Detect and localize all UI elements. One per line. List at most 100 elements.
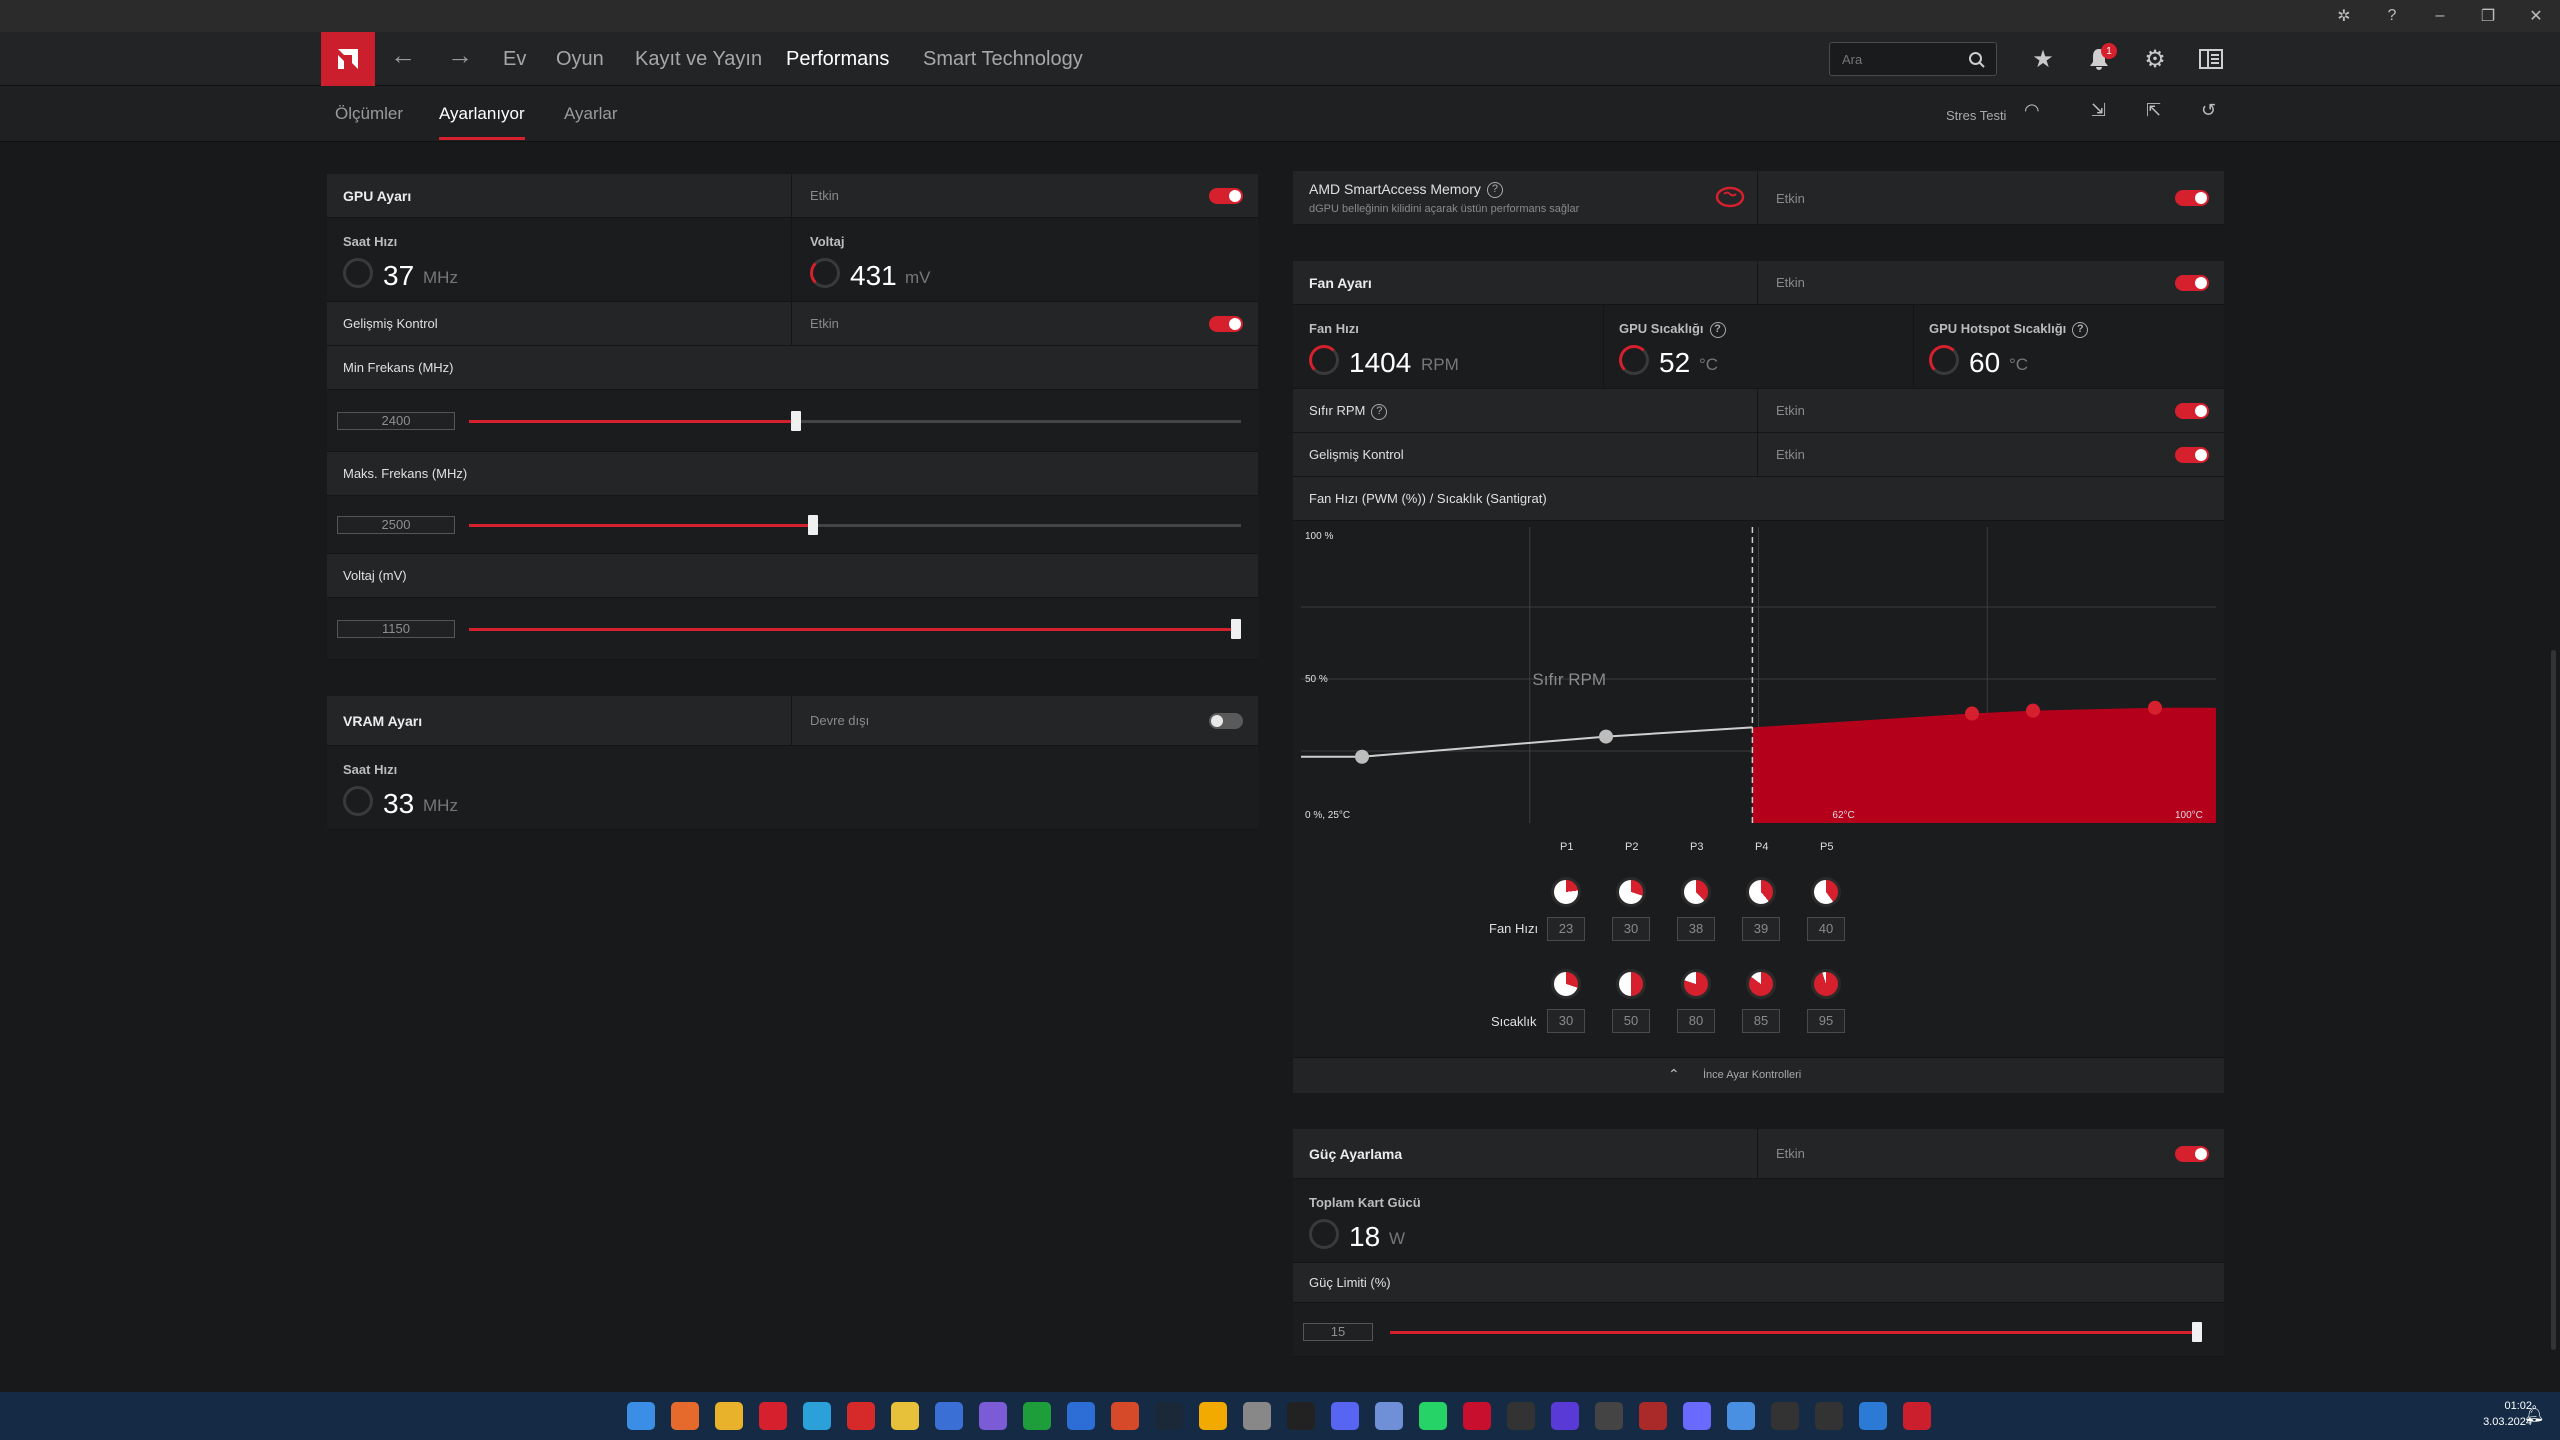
stress-test-gauge-icon[interactable]: ◠ — [2024, 100, 2040, 121]
gpu-tuning-toggle[interactable] — [1209, 188, 1243, 204]
tab-tuning[interactable]: Ayarlanıyor — [439, 104, 525, 140]
export-icon[interactable]: ⇲ — [2091, 100, 2106, 121]
fine-tune-bar[interactable]: ⌃ İnce Ayar Kontrolleri — [1293, 1057, 2224, 1093]
bell-icon[interactable]: 1 — [2081, 41, 2117, 77]
min-freq-slider[interactable] — [469, 411, 1241, 431]
tab-settings[interactable]: Ayarlar — [564, 104, 618, 124]
opera-icon[interactable] — [759, 1402, 787, 1430]
xbox-icon[interactable] — [1023, 1402, 1051, 1430]
app-icon[interactable] — [1111, 1402, 1139, 1430]
temp-knob-p3[interactable] — [1681, 969, 1711, 999]
fan-advanced-toggle[interactable] — [2175, 447, 2209, 463]
max-freq-thumb[interactable] — [807, 515, 818, 535]
search-box[interactable] — [1829, 42, 1997, 76]
voltage-mv-slider[interactable] — [469, 619, 1241, 639]
fan-tuning-toggle[interactable] — [2175, 275, 2209, 291]
temp-knob-p1[interactable] — [1551, 969, 1581, 999]
bug-icon[interactable]: ✲ — [2330, 4, 2358, 28]
power-limit-thumb[interactable] — [2192, 1322, 2202, 1342]
temperature-input-p4[interactable]: 85 — [1742, 1009, 1780, 1033]
media-icon[interactable] — [847, 1402, 875, 1430]
reset-icon[interactable]: ↺ — [2201, 100, 2216, 121]
zero-rpm-help-icon[interactable]: ? — [1371, 403, 1388, 420]
fan-curve-chart[interactable]: 100 % 50 % 0 %, 25°C Sıfır RPM 62°C 100°… — [1301, 527, 2216, 823]
help-icon[interactable]: ? — [2378, 4, 2406, 28]
temperature-input-p2[interactable]: 50 — [1612, 1009, 1650, 1033]
app-icon[interactable] — [1683, 1402, 1711, 1430]
gpu-temp-help-icon[interactable]: ? — [1709, 321, 1726, 338]
fan-speed-input-p1[interactable]: 23 — [1547, 917, 1585, 941]
app-icon[interactable] — [1639, 1402, 1667, 1430]
temperature-input-p1[interactable]: 30 — [1547, 1009, 1585, 1033]
sam-help-icon[interactable]: ? — [1486, 182, 1503, 199]
game-icon[interactable] — [979, 1402, 1007, 1430]
gpu-advanced-toggle[interactable] — [1209, 316, 1243, 332]
search-input[interactable] — [1842, 49, 1962, 69]
steam-icon[interactable] — [1155, 1402, 1183, 1430]
power-tuning-toggle[interactable] — [2175, 1146, 2209, 1162]
app-icon[interactable] — [1595, 1402, 1623, 1430]
nav-smart-technology[interactable]: Smart Technology — [923, 48, 1083, 71]
voltage-mv-thumb[interactable] — [1230, 619, 1241, 639]
vram-tuning-toggle[interactable] — [1209, 713, 1243, 729]
max-freq-input[interactable]: 2500 — [337, 516, 455, 534]
power-limit-input[interactable]: 15 — [1303, 1323, 1373, 1341]
start-icon[interactable] — [627, 1402, 655, 1430]
temp-knob-p5[interactable] — [1811, 969, 1841, 999]
whatsapp-icon[interactable] — [1419, 1402, 1447, 1430]
minimize-button[interactable]: – — [2426, 4, 2454, 28]
curve-point-p1[interactable] — [1355, 749, 1369, 764]
sam-toggle[interactable] — [2175, 190, 2209, 206]
temp-knob-p2[interactable] — [1616, 969, 1646, 999]
min-freq-input[interactable]: 2400 — [337, 412, 455, 430]
gear-icon[interactable]: ⚙ — [2137, 41, 2173, 77]
firefox-icon[interactable] — [671, 1402, 699, 1430]
curve-point-p4[interactable] — [2026, 703, 2040, 718]
app-icon[interactable] — [1551, 1402, 1579, 1430]
share-icon[interactable]: ⇱ — [2146, 100, 2161, 121]
nav-home[interactable]: Ev — [503, 48, 526, 71]
app-icon[interactable] — [1375, 1402, 1403, 1430]
app-icon[interactable] — [1859, 1402, 1887, 1430]
temp-knob-p4[interactable] — [1746, 969, 1776, 999]
min-freq-thumb[interactable] — [790, 411, 801, 431]
amd-logo[interactable] — [321, 32, 375, 86]
fan-knob-p1[interactable] — [1551, 877, 1581, 907]
curve-point-p5[interactable] — [2148, 700, 2162, 715]
voltage-mv-input[interactable]: 1150 — [337, 620, 455, 638]
rockstar-icon[interactable] — [1199, 1402, 1227, 1430]
app-icon[interactable] — [1771, 1402, 1799, 1430]
stress-test-label[interactable]: Stres Testi — [1946, 108, 2006, 123]
tab-metrics[interactable]: Ölçümler — [335, 104, 403, 124]
close-button[interactable]: ✕ — [2522, 4, 2550, 28]
app-icon[interactable] — [1727, 1402, 1755, 1430]
app-icon[interactable] — [1815, 1402, 1843, 1430]
discord-icon[interactable] — [1331, 1402, 1359, 1430]
fan-knob-p3[interactable] — [1681, 877, 1711, 907]
restore-button[interactable]: ❐ — [2474, 4, 2502, 28]
forward-arrow-icon[interactable]: → — [447, 40, 473, 71]
amd-icon[interactable] — [1903, 1402, 1931, 1430]
fan-speed-input-p3[interactable]: 38 — [1677, 917, 1715, 941]
temperature-input-p3[interactable]: 80 — [1677, 1009, 1715, 1033]
nav-gaming[interactable]: Oyun — [556, 48, 604, 71]
nav-record-stream[interactable]: Kayıt ve Yayın — [635, 48, 762, 71]
back-arrow-icon[interactable]: ← — [390, 40, 416, 71]
nav-performance[interactable]: Performans — [786, 48, 890, 89]
star-icon[interactable]: ★ — [2025, 41, 2061, 77]
tray-date[interactable]: 3.03.2024 — [2466, 1416, 2532, 1428]
temperature-input-p5[interactable]: 95 — [1807, 1009, 1845, 1033]
search-icon[interactable] — [1968, 51, 1986, 69]
fine-tune-label[interactable]: İnce Ayar Kontrolleri — [1703, 1069, 1801, 1081]
fan-speed-input-p2[interactable]: 30 — [1612, 917, 1650, 941]
chevron-up-icon[interactable]: ⌃ — [1668, 1066, 1680, 1083]
fan-knob-p4[interactable] — [1746, 877, 1776, 907]
hotspot-help-icon[interactable]: ? — [2072, 321, 2089, 338]
store-icon[interactable] — [935, 1402, 963, 1430]
edge-icon[interactable] — [803, 1402, 831, 1430]
notification-center-icon[interactable]: 🔔︎ — [2524, 1404, 2544, 1424]
sidebar-toggle-icon[interactable] — [2193, 41, 2229, 77]
epic-icon[interactable] — [1287, 1402, 1315, 1430]
scrollbar[interactable] — [2551, 650, 2556, 1350]
zero-rpm-toggle[interactable] — [2175, 403, 2209, 419]
